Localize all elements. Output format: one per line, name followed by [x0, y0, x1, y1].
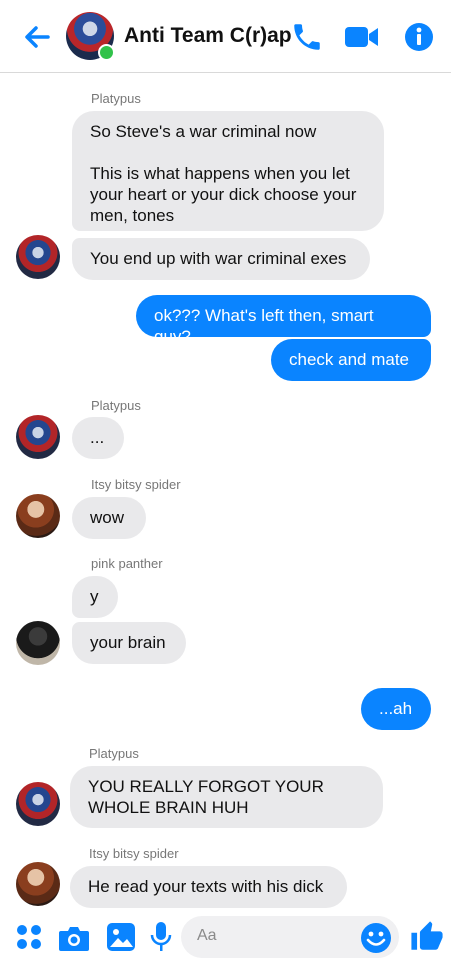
sender-name: Platypus [91, 91, 141, 106]
avatar-platypus[interactable] [16, 235, 60, 279]
message-bubble-outgoing[interactable]: ...ah [361, 688, 431, 730]
chat-header: Anti Team C(r)ap [0, 0, 451, 73]
info-icon[interactable] [404, 22, 434, 52]
online-status-dot [98, 44, 115, 61]
sender-name: pink panther [91, 556, 163, 571]
avatar-itsy-bitsy-spider[interactable] [16, 494, 60, 538]
message-bubble[interactable]: YOU REALLY FORGOT YOUR WHOLE BRAIN HUH [70, 766, 383, 828]
chat-title[interactable]: Anti Team C(r)ap [124, 24, 292, 48]
emoji-icon[interactable] [360, 922, 392, 954]
microphone-icon[interactable] [150, 921, 172, 953]
camera-icon[interactable] [58, 924, 90, 952]
avatar-pink-panther[interactable] [16, 621, 60, 665]
avatar-platypus[interactable] [16, 415, 60, 459]
sender-name: Itsy bitsy spider [89, 846, 179, 861]
message-bubble[interactable]: your brain [72, 622, 186, 664]
avatar-platypus[interactable] [16, 782, 60, 826]
sender-name: Itsy bitsy spider [91, 477, 181, 492]
video-camera-icon[interactable] [344, 22, 380, 52]
image-icon[interactable] [106, 922, 136, 952]
message-bubble-outgoing[interactable]: ok??? What's left then, smart guy? [136, 295, 431, 346]
message-bubble-outgoing[interactable]: check and mate [271, 339, 431, 381]
sender-name: Platypus [91, 398, 141, 413]
message-bubble[interactable]: ... [72, 417, 124, 459]
message-bubble[interactable]: He read your texts with his dick [70, 866, 347, 908]
message-bubble[interactable]: wow [72, 497, 146, 539]
message-bubble[interactable]: So Steve's a war criminal now This is wh… [72, 111, 384, 231]
message-bubble[interactable]: y [72, 576, 118, 618]
back-arrow-icon[interactable] [20, 20, 54, 54]
message-input-placeholder: Aa [197, 927, 217, 944]
sender-name: Platypus [89, 746, 139, 761]
avatar-itsy-bitsy-spider[interactable] [16, 862, 60, 906]
thumbs-up-icon[interactable] [410, 920, 444, 954]
phone-icon[interactable] [290, 20, 324, 54]
message-bubble[interactable]: You end up with war criminal exes [72, 238, 370, 280]
menu-dots-icon[interactable] [16, 924, 42, 950]
